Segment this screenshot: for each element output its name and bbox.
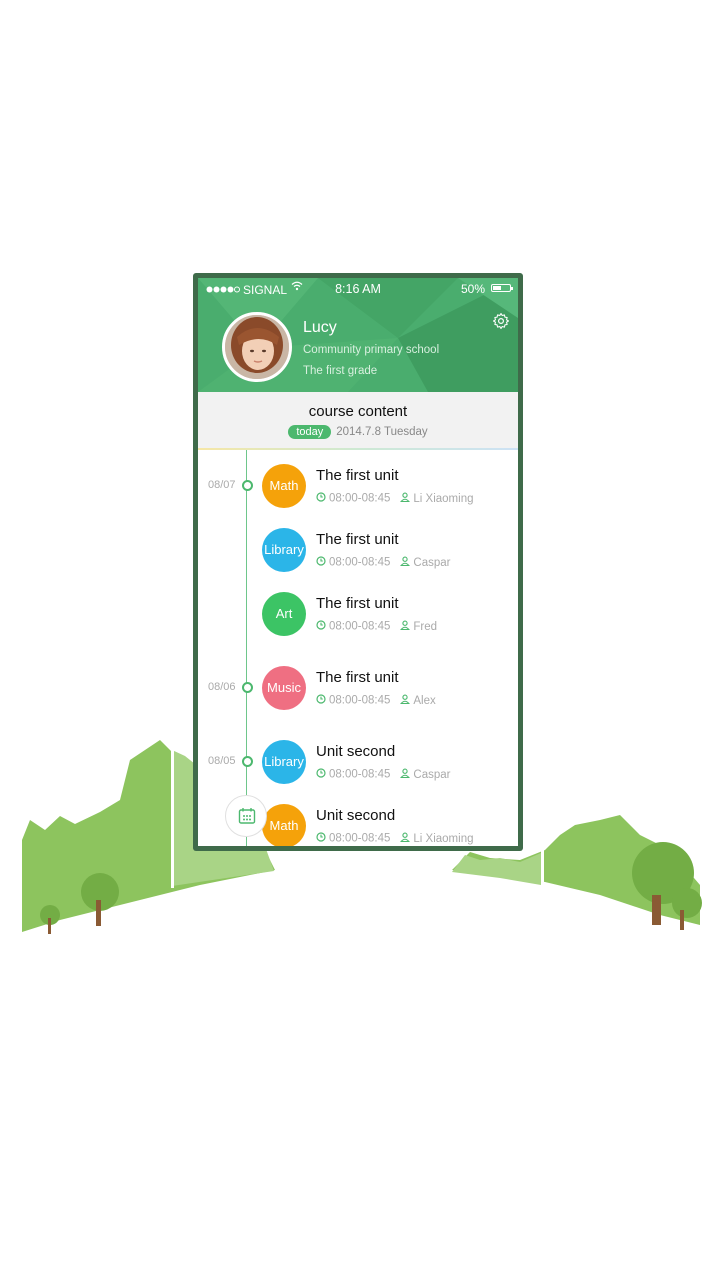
timeline-node bbox=[242, 756, 253, 767]
status-bar: SIGNAL 8:16 AM 50% bbox=[198, 278, 518, 298]
gear-icon[interactable] bbox=[492, 312, 510, 330]
person-icon bbox=[400, 768, 411, 781]
clock-icon bbox=[316, 620, 326, 633]
course-time: 08:00-08:45 bbox=[329, 620, 391, 633]
clock-icon bbox=[316, 556, 326, 566]
person-icon bbox=[400, 694, 411, 705]
course-teacher: Caspar bbox=[413, 556, 451, 569]
course-item-meta: 08:00-08:45 Alex bbox=[316, 694, 436, 707]
course-teacher: Caspar bbox=[413, 768, 451, 781]
course-item-title[interactable]: The first unit bbox=[316, 467, 399, 484]
person-icon bbox=[400, 832, 411, 843]
timeline-date: 08/07 bbox=[208, 479, 236, 491]
avatar[interactable] bbox=[222, 312, 292, 382]
course-teacher: Alex bbox=[413, 694, 436, 707]
clock-icon bbox=[316, 492, 326, 505]
battery-percent: 50% bbox=[460, 282, 485, 296]
person-icon bbox=[400, 492, 411, 505]
timeline-date: 08/06 bbox=[208, 681, 236, 693]
course-time: 08:00-08:45 bbox=[329, 556, 391, 569]
profile-school: Community primary school bbox=[303, 344, 440, 356]
course-teacher: Li Xiaoming bbox=[413, 492, 474, 505]
profile-name: Lucy bbox=[303, 319, 337, 336]
phone-screen: SIGNAL 8:16 AM 50% Lucy Community primar… bbox=[198, 278, 518, 846]
course-item-title[interactable]: The first unit bbox=[316, 531, 399, 548]
avatar-image bbox=[225, 315, 289, 379]
course-time: 08:00-08:45 bbox=[329, 768, 391, 781]
battery-icon bbox=[491, 284, 513, 292]
course-item-meta: 08:00-08:45 Li Xiaoming bbox=[316, 832, 473, 845]
course-item-title[interactable]: The first unit bbox=[316, 669, 399, 686]
course-item-meta: 08:00-08:45 Li Xiaoming bbox=[316, 492, 473, 505]
clock-icon bbox=[316, 832, 326, 842]
course-date-line: today 2014.7.8 Tuesday bbox=[198, 425, 518, 439]
calendar-button[interactable] bbox=[225, 795, 267, 837]
course-date: 2014.7.8 Tuesday bbox=[336, 426, 428, 438]
clock-icon bbox=[316, 694, 326, 704]
course-time: 08:00-08:45 bbox=[329, 694, 391, 707]
course-title: course content bbox=[308, 403, 408, 420]
person-icon bbox=[400, 768, 411, 779]
clock-icon bbox=[316, 556, 326, 569]
timeline-date: 08/05 bbox=[208, 755, 236, 767]
course-time: 08:00-08:45 bbox=[329, 492, 391, 505]
course-item-title[interactable]: Unit second bbox=[316, 743, 395, 760]
person-icon bbox=[400, 694, 411, 707]
course-header: course content today 2014.7.8 Tuesday bbox=[198, 392, 518, 448]
subject-badge[interactable]: Art bbox=[262, 592, 306, 636]
course-teacher: Fred bbox=[413, 620, 438, 633]
course-time: 08:00-08:45 bbox=[329, 832, 391, 845]
subject-badge[interactable]: Library bbox=[262, 740, 306, 784]
timeline-line bbox=[246, 450, 247, 846]
course-item-meta: 08:00-08:45 Caspar bbox=[316, 768, 450, 781]
subject-badge[interactable]: Math bbox=[262, 804, 306, 846]
person-icon bbox=[400, 556, 411, 567]
clock-icon bbox=[316, 694, 326, 707]
scene: SIGNAL 8:16 AM 50% Lucy Community primar… bbox=[0, 0, 720, 1280]
person-icon bbox=[400, 492, 411, 503]
today-badge[interactable]: today bbox=[288, 425, 332, 439]
clock-icon bbox=[316, 768, 326, 778]
calendar-icon bbox=[238, 808, 256, 824]
profile-grade: The first grade bbox=[303, 365, 378, 377]
clock-icon bbox=[316, 832, 326, 845]
course-item-meta: 08:00-08:45 Caspar bbox=[316, 556, 450, 569]
subject-badge[interactable]: Math bbox=[262, 464, 306, 508]
phone-frame: SIGNAL 8:16 AM 50% Lucy Community primar… bbox=[193, 273, 523, 851]
subject-badge[interactable]: Music bbox=[262, 666, 306, 710]
person-icon bbox=[400, 620, 411, 631]
person-icon bbox=[400, 620, 411, 633]
course-item-title[interactable]: The first unit bbox=[316, 595, 399, 612]
course-teacher: Li Xiaoming bbox=[413, 832, 474, 845]
person-icon bbox=[400, 556, 411, 569]
profile-header: SIGNAL 8:16 AM 50% Lucy Community primar… bbox=[198, 278, 518, 392]
timeline-node bbox=[242, 682, 253, 693]
clock-icon bbox=[316, 768, 326, 781]
timeline-node bbox=[242, 480, 253, 491]
clock-icon bbox=[316, 492, 326, 502]
clock-icon bbox=[316, 620, 326, 630]
course-item-title[interactable]: Unit second bbox=[316, 807, 395, 824]
course-item-meta: 08:00-08:45 Fred bbox=[316, 620, 437, 633]
subject-badge[interactable]: Library bbox=[262, 528, 306, 572]
person-icon bbox=[400, 832, 411, 845]
